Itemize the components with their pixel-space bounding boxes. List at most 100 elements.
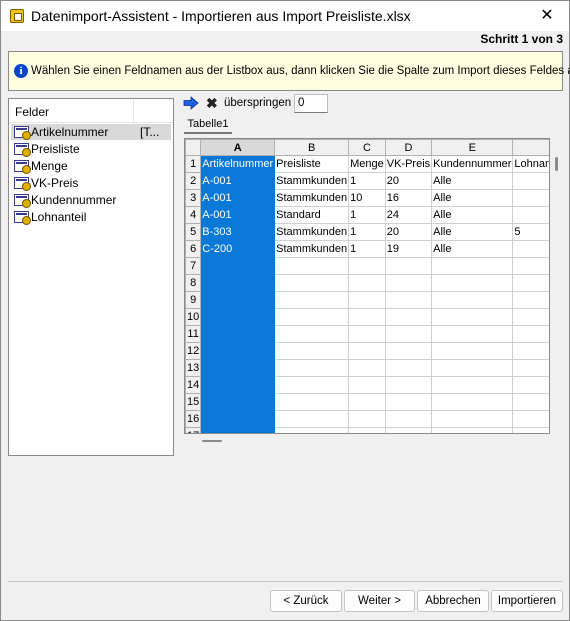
table-cell[interactable]: A-001 (200, 172, 276, 190)
table-cell[interactable] (431, 257, 514, 275)
column-header[interactable]: E (431, 139, 514, 156)
column-header[interactable]: B (274, 139, 350, 156)
table-cell[interactable]: Stammkunden (274, 223, 350, 241)
table-cell[interactable] (512, 189, 549, 207)
field-item-menge[interactable]: Menge (11, 158, 171, 174)
table-cell[interactable]: Stammkunden (274, 189, 350, 207)
table-cell[interactable]: 19 (384, 240, 433, 258)
horizontal-scrollbar[interactable] (184, 434, 564, 448)
table-cell[interactable] (200, 308, 276, 326)
table-cell[interactable] (200, 410, 276, 428)
table-cell[interactable] (512, 359, 549, 377)
table-cell[interactable] (274, 291, 350, 309)
table-cell[interactable] (274, 274, 350, 292)
table-cell[interactable]: Alle (431, 189, 514, 207)
table-cell[interactable] (200, 274, 276, 292)
close-button[interactable]: ✕ (525, 1, 569, 31)
spreadsheet-grid[interactable]: A B C D E 1 Artikelnummer Preisliste Menge VK-Pre… (184, 138, 550, 434)
table-cell[interactable]: Alle (431, 172, 514, 190)
assign-arrow-icon[interactable] (183, 96, 199, 110)
column-divider[interactable] (133, 99, 134, 123)
table-cell[interactable] (512, 291, 549, 309)
table-cell[interactable] (512, 308, 549, 326)
table-cell[interactable] (200, 325, 276, 343)
table-cell[interactable] (384, 291, 433, 309)
table-cell[interactable] (348, 410, 386, 428)
table-cell[interactable]: A-001 (200, 206, 276, 224)
table-cell[interactable]: 1 (348, 172, 386, 190)
table-cell[interactable]: 1 (348, 223, 386, 241)
next-button[interactable]: Weiter > (344, 590, 415, 612)
table-cell[interactable] (512, 172, 549, 190)
table-cell[interactable] (274, 410, 350, 428)
table-cell[interactable]: Stammkunden (274, 240, 350, 258)
table-cell[interactable] (348, 308, 386, 326)
table-cell[interactable] (348, 325, 386, 343)
table-cell[interactable]: 5 (512, 223, 549, 241)
table-cell[interactable] (431, 359, 514, 377)
table-cell[interactable] (384, 257, 433, 275)
field-item-lohnanteil[interactable]: Lohnanteil (11, 209, 171, 225)
table-cell[interactable]: Preisliste (274, 155, 350, 173)
column-header[interactable] (512, 139, 549, 156)
table-cell[interactable] (384, 325, 433, 343)
table-cell[interactable] (512, 206, 549, 224)
table-cell[interactable]: Standard (274, 206, 350, 224)
table-cell[interactable] (348, 376, 386, 394)
table-cell[interactable] (348, 359, 386, 377)
table-cell[interactable] (512, 325, 549, 343)
table-cell[interactable] (384, 376, 433, 394)
row-header[interactable]: 12 (185, 342, 202, 360)
table-cell[interactable]: Artikelnummer (200, 155, 276, 173)
field-item-vk-preis[interactable]: VK-Preis (11, 175, 171, 191)
row-header[interactable]: 4 (185, 206, 202, 224)
table-cell[interactable]: 20 (384, 223, 433, 241)
table-cell[interactable]: C-200 (200, 240, 276, 258)
cancel-button[interactable]: Abbrechen (417, 590, 489, 612)
table-cell[interactable] (431, 291, 514, 309)
table-cell[interactable]: Alle (431, 206, 514, 224)
table-cell[interactable]: Kundennummer (431, 155, 514, 173)
scroll-thumb[interactable] (555, 157, 558, 171)
vertical-scrollbar[interactable] (550, 138, 564, 434)
table-cell[interactable] (384, 274, 433, 292)
table-cell[interactable]: 16 (384, 189, 433, 207)
table-cell[interactable] (200, 393, 276, 411)
table-cell[interactable]: 20 (384, 172, 433, 190)
table-cell[interactable] (274, 359, 350, 377)
row-header[interactable]: 3 (185, 189, 202, 207)
table-cell[interactable] (384, 342, 433, 360)
row-header[interactable]: 6 (185, 240, 202, 258)
column-header[interactable]: D (384, 139, 433, 156)
table-cell[interactable] (384, 393, 433, 411)
table-cell[interactable] (431, 376, 514, 394)
field-item-kundennummer[interactable]: Kundennummer (11, 192, 171, 208)
table-cell[interactable] (348, 342, 386, 360)
table-cell[interactable] (431, 342, 514, 360)
table-cell[interactable]: 1 (348, 240, 386, 258)
table-cell[interactable] (200, 257, 276, 275)
table-cell[interactable] (512, 410, 549, 428)
table-cell[interactable] (348, 291, 386, 309)
table-cell[interactable] (384, 359, 433, 377)
table-cell[interactable] (512, 257, 549, 275)
table-cell[interactable] (512, 274, 549, 292)
table-cell[interactable] (274, 257, 350, 275)
row-header[interactable]: 11 (185, 325, 202, 343)
table-cell[interactable] (274, 342, 350, 360)
table-cell[interactable] (274, 308, 350, 326)
table-cell[interactable] (348, 274, 386, 292)
table-cell[interactable]: Alle (431, 223, 514, 241)
row-header[interactable]: 15 (185, 393, 202, 411)
table-cell[interactable] (431, 393, 514, 411)
table-cell[interactable] (431, 410, 514, 428)
field-item-artikelnummer[interactable]: Artikelnummer [T... (11, 124, 171, 140)
row-header[interactable]: 16 (185, 410, 202, 428)
table-cell[interactable] (512, 393, 549, 411)
table-cell[interactable] (200, 291, 276, 309)
table-cell[interactable] (274, 376, 350, 394)
row-header[interactable]: 8 (185, 274, 202, 292)
table-cell[interactable] (384, 308, 433, 326)
table-cell[interactable]: VK-Preis (384, 155, 433, 173)
import-button[interactable]: Importieren (491, 590, 563, 612)
